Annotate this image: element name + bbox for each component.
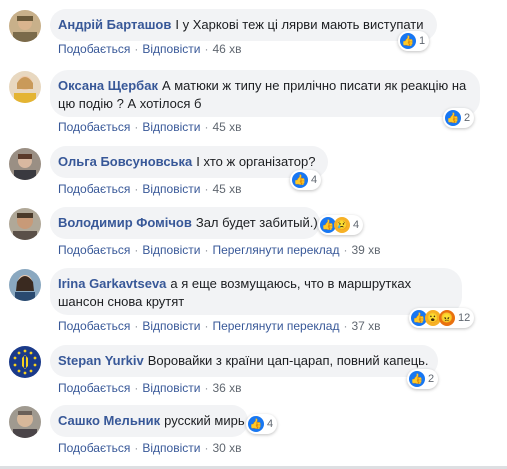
comment-actions: Подобається · Відповісти · 46 хв xyxy=(58,42,242,56)
like-button[interactable]: Подобається xyxy=(58,182,130,196)
comment-text: Зал будет забитый.) xyxy=(195,215,318,230)
timestamp[interactable]: 45 хв xyxy=(212,182,241,196)
comment-text: І хто ж організатор? xyxy=(196,154,316,169)
comment-actions: Подобається · Відповісти · 36 хв xyxy=(58,381,242,395)
translate-link[interactable]: Переглянути переклад xyxy=(212,319,339,333)
like-button[interactable]: Подобається xyxy=(58,120,130,134)
reply-button[interactable]: Відповісти xyxy=(142,243,200,257)
reply-button[interactable]: Відповісти xyxy=(142,42,200,56)
comment-bubble: Irina Garkavtseva а я еще возмущаюсь, что… xyxy=(50,268,462,315)
like-button[interactable]: Подобається xyxy=(58,319,130,333)
reply-button[interactable]: Відповісти xyxy=(142,182,200,196)
like-icon: 👍 xyxy=(248,416,264,432)
author-name[interactable]: Оксана Щербак xyxy=(58,78,158,93)
timestamp[interactable]: 46 хв xyxy=(212,42,241,56)
author-name[interactable]: Irina Garkavtseva xyxy=(58,276,166,291)
author-name[interactable]: Stepan Yurkiv xyxy=(58,353,144,368)
reaction-count[interactable]: 👍 😮 😠 12 xyxy=(409,308,475,328)
reply-button[interactable]: Відповісти xyxy=(142,441,200,455)
reaction-count[interactable]: 👍 2 xyxy=(443,108,475,128)
like-button[interactable]: Подобається xyxy=(58,42,130,56)
reaction-count[interactable]: 👍 4 xyxy=(246,414,278,434)
like-button[interactable]: Подобається xyxy=(58,243,130,257)
author-name[interactable]: Андрій Барташов xyxy=(58,17,171,32)
comment-actions: Подобається · Відповісти · Переглянути перек… xyxy=(58,243,381,257)
author-name[interactable]: Ольга Бовсуновська xyxy=(58,154,192,169)
avatar[interactable] xyxy=(9,208,41,240)
comment-bubble: Сашко Мельник русский мирь xyxy=(50,405,248,437)
timestamp[interactable]: 30 хв xyxy=(212,441,241,455)
comment-bubble: Оксана Щербак А матюки ж типу не прилічно… xyxy=(50,70,480,117)
timestamp[interactable]: 37 хв xyxy=(351,319,380,333)
comment-actions: Подобається · Відповісти · 30 хв xyxy=(58,441,242,455)
avatar[interactable] xyxy=(9,148,41,180)
like-button[interactable]: Подобається xyxy=(58,381,130,395)
avatar[interactable] xyxy=(9,71,41,103)
reply-button[interactable]: Відповісти xyxy=(142,381,200,395)
reply-button[interactable]: Відповісти xyxy=(142,120,200,134)
avatar[interactable] xyxy=(9,269,41,301)
comment-bubble: Ольга Бовсуновська І хто ж організатор? xyxy=(50,146,328,178)
like-icon: 👍 xyxy=(292,172,308,188)
angry-icon: 😠 xyxy=(439,310,455,326)
reply-button[interactable]: Відповісти xyxy=(142,319,200,333)
comment-text: русский мирь xyxy=(164,413,245,428)
comment-bubble: Володимир Фомічов Зал будет забитый.) xyxy=(50,207,320,239)
like-icon: 👍 xyxy=(409,371,425,387)
reaction-count[interactable]: 👍 1 xyxy=(398,31,430,51)
comment-text: І у Харкові теж ці лярви мають виступати xyxy=(175,17,424,32)
like-icon: 👍 xyxy=(445,110,461,126)
translate-link[interactable]: Переглянути переклад xyxy=(212,243,339,257)
avatar[interactable] xyxy=(9,346,41,378)
comment-actions: Подобається · Відповісти · 45 хв xyxy=(58,120,242,134)
reaction-count[interactable]: 👍 😢 4 xyxy=(318,215,364,235)
comment-bubble: Андрій Барташов І у Харкові теж ці лярви … xyxy=(50,9,437,41)
comment-actions: Подобається · Відповісти · Переглянути перек… xyxy=(58,319,381,333)
avatar[interactable] xyxy=(9,406,41,438)
author-name[interactable]: Володимир Фомічов xyxy=(58,215,192,230)
timestamp[interactable]: 45 хв xyxy=(212,120,241,134)
comment-bubble: Stepan Yurkiv Воровайки з країни цап-цара… xyxy=(50,345,438,377)
like-icon: 👍 xyxy=(400,33,416,49)
reaction-count[interactable]: 👍 2 xyxy=(407,369,439,389)
comment-text: Воровайки з країни цап-царап, повний кап… xyxy=(147,353,429,368)
author-name[interactable]: Сашко Мельник xyxy=(58,413,160,428)
timestamp[interactable]: 36 хв xyxy=(212,381,241,395)
sad-icon: 😢 xyxy=(334,217,350,233)
reaction-count[interactable]: 👍 4 xyxy=(290,170,322,190)
timestamp[interactable]: 39 хв xyxy=(351,243,380,257)
comment-actions: Подобається · Відповісти · 45 хв xyxy=(58,182,242,196)
avatar[interactable] xyxy=(9,10,41,42)
like-button[interactable]: Подобається xyxy=(58,441,130,455)
